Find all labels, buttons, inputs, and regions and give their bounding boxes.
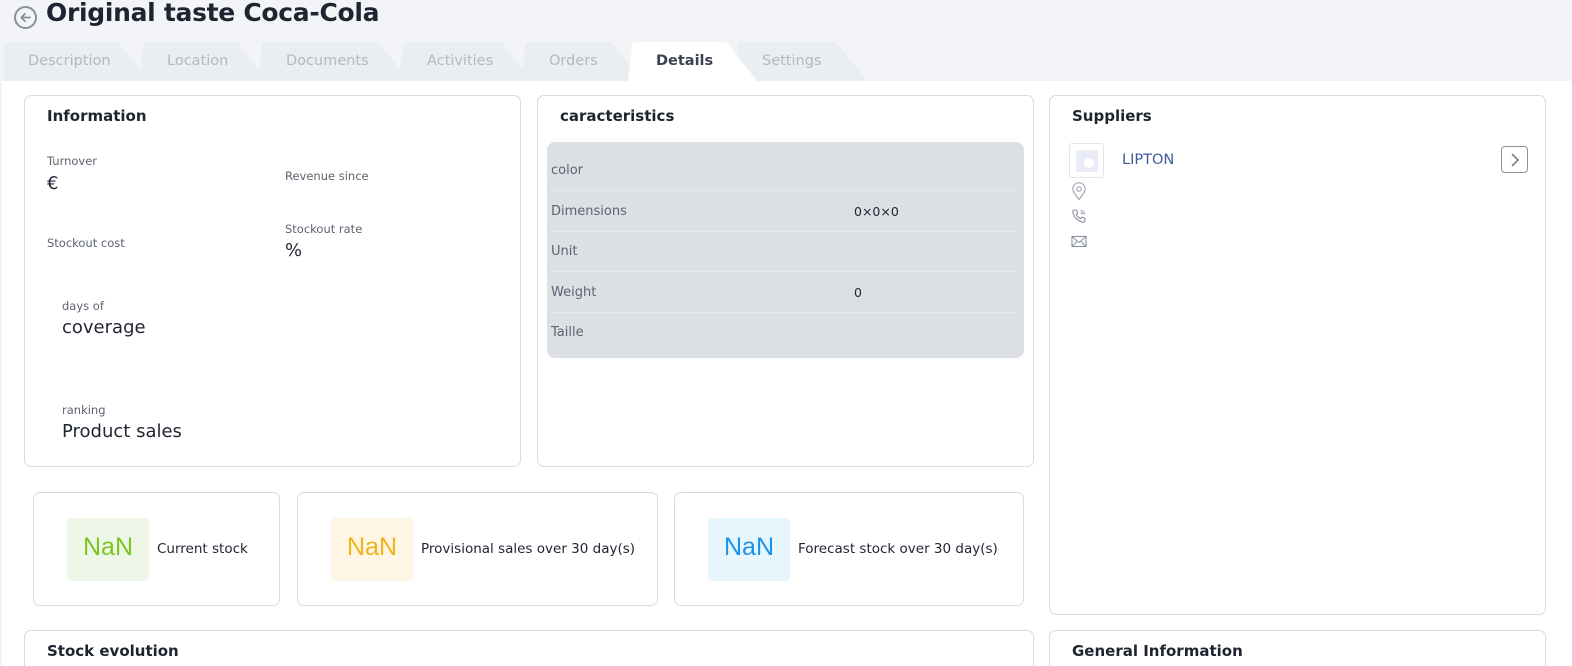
phone-icon: [1071, 208, 1087, 228]
forecast-stock-value: NaN: [708, 518, 790, 581]
supplier-logo: [1069, 143, 1104, 178]
characteristic-row-weight: Weight 0: [551, 273, 1017, 313]
location-pin-icon: [1071, 182, 1087, 205]
characteristic-row-color: color: [551, 151, 1017, 191]
information-title: Information: [47, 107, 147, 125]
forecast-stock-label: Forecast stock over 30 day(s): [798, 541, 998, 557]
information-card: Information Turnover € Revenue since Sto…: [24, 95, 521, 467]
tab-activities[interactable]: Activities: [399, 40, 533, 82]
turnover-value: €: [47, 173, 59, 194]
stockout-rate-value: %: [285, 240, 303, 261]
characteristic-value: 0×0×0: [854, 204, 899, 219]
provisional-sales-card: NaN Provisional sales over 30 day(s): [297, 492, 658, 606]
details-content: Information Turnover € Revenue since Sto…: [2, 81, 1572, 666]
ranking-label: ranking: [62, 403, 106, 417]
characteristic-row-unit: Unit: [551, 232, 1017, 272]
provisional-sales-label: Provisional sales over 30 day(s): [421, 541, 636, 557]
general-information-card: General Information: [1049, 630, 1546, 666]
characteristics-table: color Dimensions 0×0×0 Unit Weight 0 Tai…: [547, 142, 1024, 358]
current-stock-value: NaN: [67, 518, 149, 581]
chevron-right-icon[interactable]: [1501, 146, 1528, 173]
tab-location[interactable]: Location: [139, 40, 269, 82]
stockout-cost-label: Stockout cost: [47, 236, 125, 250]
characteristic-label: Dimensions: [551, 204, 627, 219]
days-of-label: days of: [62, 299, 104, 313]
provisional-sales-value: NaN: [331, 518, 413, 581]
suppliers-title: Suppliers: [1072, 107, 1152, 125]
general-information-title: General Information: [1072, 642, 1243, 660]
current-stock-label: Current stock: [157, 541, 248, 557]
characteristics-title: caracteristics: [560, 107, 675, 125]
tab-documents[interactable]: Documents: [258, 40, 410, 82]
revenue-since-label: Revenue since: [285, 169, 369, 183]
envelope-icon: [1071, 233, 1087, 252]
forecast-stock-card: NaN Forecast stock over 30 day(s): [674, 492, 1024, 606]
characteristic-row-dimensions: Dimensions 0×0×0: [551, 192, 1017, 232]
characteristic-label: Weight: [551, 285, 597, 300]
characteristics-card: caracteristics color Dimensions 0×0×0 Un…: [537, 95, 1034, 467]
stock-evolution-card: Stock evolution: [24, 630, 1034, 666]
stockout-rate-label: Stockout rate: [285, 222, 363, 236]
characteristic-label: color: [551, 163, 584, 178]
ranking-value: Product sales: [62, 421, 182, 442]
tab-bar: Description Location Documents Activitie…: [0, 40, 900, 82]
tab-description[interactable]: Description: [0, 40, 150, 82]
tab-orders[interactable]: Orders: [521, 40, 643, 82]
current-stock-card: NaN Current stock: [33, 492, 280, 606]
page-title: Original taste Coca-Cola: [46, 0, 380, 27]
suppliers-card: Suppliers LIPTON: [1049, 95, 1546, 615]
tab-details[interactable]: Details: [628, 40, 758, 82]
characteristic-value: 0: [854, 285, 862, 300]
turnover-label: Turnover: [47, 154, 98, 168]
days-of-coverage-value: coverage: [62, 317, 146, 338]
page-header: Original taste Coca-Cola: [0, 0, 1572, 40]
characteristic-row-taille: Taille: [551, 313, 1017, 353]
characteristic-label: Unit: [551, 244, 578, 259]
stock-evolution-title: Stock evolution: [47, 642, 179, 660]
characteristic-label: Taille: [551, 325, 584, 340]
supplier-name[interactable]: LIPTON: [1122, 152, 1174, 168]
back-arrow-circle-icon[interactable]: [14, 6, 37, 29]
